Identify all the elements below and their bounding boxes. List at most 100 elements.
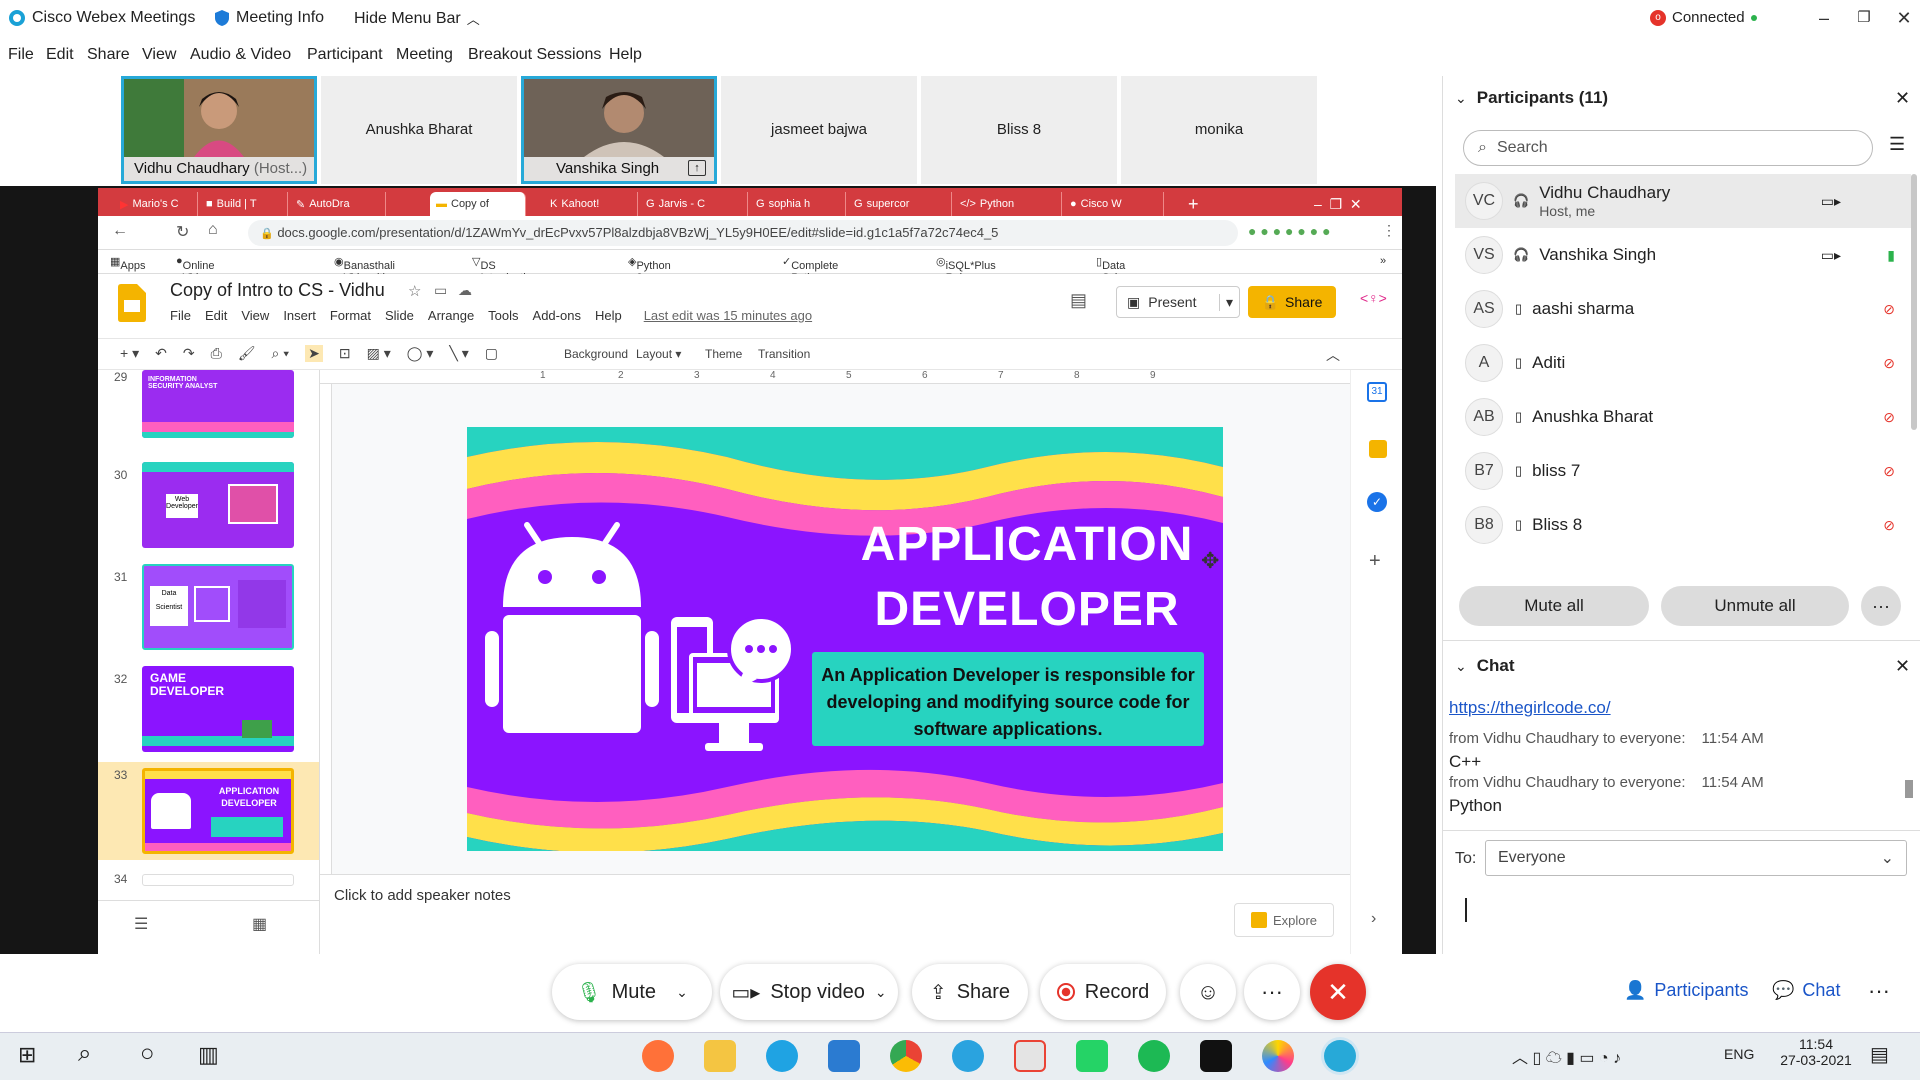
comments-icon[interactable]: ▤ (1070, 290, 1087, 311)
extension-icons[interactable]: ● ● ● ● ● ● ● (1248, 223, 1331, 239)
leave-meeting-button[interactable]: ✕ (1310, 964, 1366, 1020)
chat-header[interactable]: ⌄ Chat (1455, 656, 1515, 676)
filmstrip-view-icon[interactable]: ☰ (134, 914, 148, 934)
edge-icon[interactable] (766, 1040, 798, 1072)
redo-icon[interactable]: ↷ (183, 345, 195, 362)
more-bookmarks-icon[interactable]: » (1380, 255, 1386, 267)
explore-button[interactable]: Explore (1234, 903, 1334, 937)
image-icon[interactable]: ▨ ▾ (367, 345, 391, 362)
stop-video-button[interactable]: ▭▸ Stop video ⌄ (720, 964, 898, 1020)
bookmark[interactable]: ✓ Complete Python Bo... (782, 255, 838, 296)
whatsapp-icon[interactable] (1076, 1040, 1108, 1072)
system-tray-icons[interactable]: ︿ ▯ ☁ ▮ ▭ ◔ ♪ (1512, 1044, 1621, 1068)
new-tab-button[interactable]: + (1182, 192, 1212, 216)
reload-icon[interactable]: ↻ (176, 222, 189, 242)
video-tile-anushka[interactable]: Anushka Bharat (321, 76, 517, 184)
browser-tab-active[interactable]: ▬ Copy of (430, 192, 526, 216)
browser-tab[interactable]: ▶ Mario's C (114, 192, 198, 216)
chat-scrollbar[interactable] (1903, 696, 1915, 806)
webex-active-icon[interactable] (1324, 1040, 1356, 1072)
slides-menu-tools[interactable]: Tools (488, 308, 518, 323)
chat-link[interactable]: https://thegirlcode.co/ (1449, 698, 1611, 718)
pycharm-icon[interactable] (1200, 1040, 1232, 1072)
url-input[interactable]: 🔒 docs.google.com/presentation/d/1ZAWmYv… (248, 220, 1238, 246)
video-tile-jasmeet[interactable]: jasmeet bajwa (721, 76, 917, 184)
browser-tab[interactable]: Gsupercor (848, 192, 952, 216)
move-folder-icon[interactable]: ▭ (434, 282, 447, 299)
menu-breakout-sessions[interactable]: Breakout Sessions (468, 46, 601, 64)
slide-thumbnail[interactable]: Data Scientist (142, 564, 294, 650)
participant-row[interactable]: B7 ▯ bliss 7 ⊘ (1455, 444, 1911, 498)
spotify-icon[interactable] (1138, 1040, 1170, 1072)
more-controls-button[interactable]: ··· (1244, 964, 1300, 1020)
video-tile-bliss8[interactable]: Bliss 8 (921, 76, 1117, 184)
slides-menu-insert[interactable]: Insert (283, 308, 316, 323)
slides-menu-help[interactable]: Help (595, 308, 622, 323)
menu-share[interactable]: Share (87, 46, 130, 64)
browser-tab[interactable]: ● Cisco W (1064, 192, 1164, 216)
browser-tab[interactable]: K Kahoot! (544, 192, 638, 216)
close-window-button[interactable]: ✕ (1884, 4, 1920, 32)
mute-all-button[interactable]: Mute all (1459, 586, 1649, 626)
slide-thumbnail[interactable] (142, 874, 294, 886)
slide-thumbnail[interactable]: GAME DEVELOPER (142, 666, 294, 752)
participant-row[interactable]: VC 🎧 Vidhu Chaudhary Host, me ▭▸ (1455, 174, 1911, 228)
search-icon[interactable]: ⌕ (78, 1040, 91, 1068)
notifications-icon[interactable]: ▤ (1870, 1042, 1889, 1067)
last-edit-link[interactable]: Last edit was 15 minutes ago (644, 308, 812, 323)
video-tile-monika[interactable]: monika (1121, 76, 1317, 184)
restore-button[interactable]: ❐ (1844, 4, 1884, 32)
keep-icon[interactable] (1369, 440, 1387, 458)
slides-menu-view[interactable]: View (241, 308, 269, 323)
addon-icon[interactable]: <♀> (1360, 290, 1387, 306)
participants-panel-button[interactable]: 👤 Participants (1624, 980, 1748, 1001)
bookmark[interactable]: ▯ Data Science And Arti... (1096, 255, 1141, 308)
more-options-button[interactable]: ··· (1861, 586, 1901, 626)
grid-view-icon[interactable]: ▦ (252, 914, 267, 934)
select-tool-icon[interactable]: ➤ (305, 345, 323, 362)
share-button[interactable]: ⇪ Share (912, 964, 1028, 1020)
expand-panel-icon[interactable]: › (1371, 910, 1376, 928)
firefox-icon[interactable] (642, 1040, 674, 1072)
share-doc-button[interactable]: 🔒 Share (1248, 286, 1336, 318)
print-icon[interactable]: ⎙ (211, 345, 222, 362)
unmute-all-button[interactable]: Unmute all (1661, 586, 1849, 626)
participant-search-input[interactable]: ⌕ Search (1463, 130, 1873, 166)
comment-add-icon[interactable]: ▢ (485, 345, 498, 362)
file-explorer-icon[interactable] (704, 1040, 736, 1072)
telegram-icon[interactable] (952, 1040, 984, 1072)
slide-thumbnail[interactable]: Web Developer (142, 462, 294, 548)
close-participants-icon[interactable]: ✕ (1895, 88, 1910, 109)
windows-start-icon[interactable]: ⊞ (18, 1042, 36, 1068)
chat-recipient-select[interactable]: Everyone ⌄ (1485, 840, 1907, 876)
chat-message-input[interactable] (1465, 892, 1905, 942)
theme-button[interactable]: Theme (705, 347, 742, 361)
line-icon[interactable]: ╲ ▾ (449, 345, 468, 362)
home-icon[interactable]: ⌂ (208, 221, 218, 239)
current-slide[interactable]: APPLICATION DEVELOPER An Application Dev… (467, 427, 1223, 851)
panel-more-icon[interactable]: ··· (1868, 978, 1890, 1004)
add-addon-icon[interactable]: + (1369, 550, 1381, 573)
menu-view[interactable]: View (142, 46, 176, 64)
sort-list-icon[interactable]: ☰ (1889, 134, 1905, 155)
bookmark[interactable]: ▽ DS Introduction - Jav... (472, 255, 538, 296)
video-tile-vanshika[interactable]: Vanshika Singh ↑ (521, 76, 717, 184)
bookmark[interactable]: ● Online Video Downlo... (176, 255, 229, 296)
slides-menu-arrange[interactable]: Arrange (428, 308, 474, 323)
slides-menu-addons[interactable]: Add-ons (533, 308, 581, 323)
close-chat-icon[interactable]: ✕ (1895, 656, 1910, 677)
menu-edit[interactable]: Edit (46, 46, 74, 64)
paint-format-icon[interactable]: 🖌 (238, 345, 256, 362)
participants-header[interactable]: ⌄ Participants (11) (1455, 88, 1608, 108)
chat-panel-button[interactable]: 💬 Chat (1772, 980, 1840, 1001)
slides-menu-edit[interactable]: Edit (205, 308, 227, 323)
zoom-icon[interactable]: ⌕ ▾ (272, 345, 290, 362)
slide-thumbnail-current[interactable]: APPLICATION DEVELOPER (142, 768, 294, 854)
star-icon[interactable]: ☆ (408, 282, 421, 300)
document-title[interactable]: Copy of Intro to CS - Vidhu (170, 280, 385, 301)
transition-button[interactable]: Transition (758, 347, 810, 361)
mute-button[interactable]: 🎙 Mute ⌄ (552, 964, 712, 1020)
webex-taskbar-icon[interactable] (1262, 1040, 1294, 1072)
participant-row[interactable]: B8 ▯ Bliss 8 ⊘ (1455, 498, 1911, 552)
tasks-icon[interactable]: ✓ (1367, 492, 1387, 512)
